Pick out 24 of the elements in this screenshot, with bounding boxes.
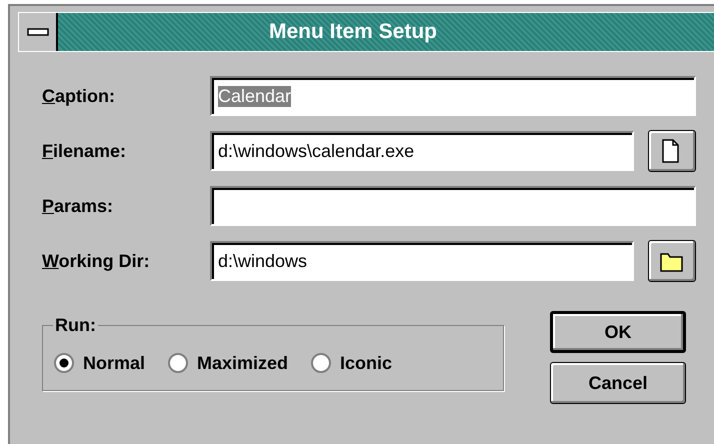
radio-label[interactable]: Normal	[83, 352, 146, 374]
field-label: Caption:	[42, 86, 116, 106]
input-field[interactable]: Calendar	[210, 76, 696, 116]
field-label: Working Dir:	[42, 250, 151, 272]
field-label: Filename:	[42, 140, 128, 162]
input-field[interactable]: d:\windows	[210, 241, 634, 281]
radio-label[interactable]: Iconic	[340, 352, 392, 374]
browse-button[interactable]	[648, 130, 696, 172]
folder-icon	[660, 253, 683, 272]
radio-button[interactable]	[53, 352, 75, 374]
radio-button[interactable]	[310, 352, 332, 374]
document-icon	[662, 139, 679, 163]
radio-button[interactable]	[167, 352, 190, 374]
browse-button[interactable]	[648, 240, 696, 282]
window-title: Menu Item Setup	[268, 20, 437, 43]
minus-icon	[26, 28, 48, 36]
system-menu-button[interactable]	[19, 13, 58, 51]
field-label: Params:	[42, 196, 114, 216]
group-label: Run:	[54, 315, 97, 336]
radio-label[interactable]: Maximized	[197, 352, 288, 374]
input-field[interactable]: d:\windows\calendar.exe	[210, 131, 634, 171]
ok-button[interactable]: OK	[550, 311, 686, 353]
input-field[interactable]	[210, 186, 696, 226]
cancel-button[interactable]: Cancel	[550, 362, 686, 404]
